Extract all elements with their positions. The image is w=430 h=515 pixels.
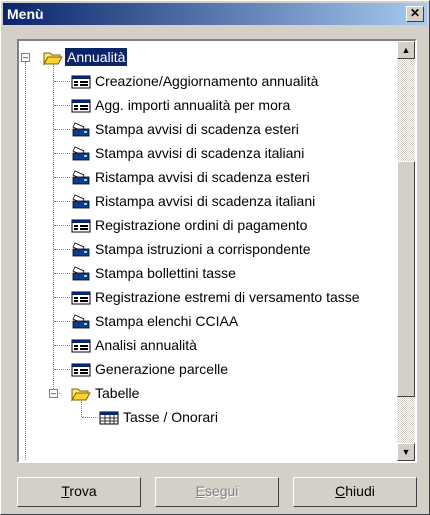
collapse-annualita-icon[interactable]: – [21, 53, 30, 62]
collapse-tabelle-icon[interactable]: – [49, 389, 58, 398]
tree-item-label: Stampa bollettini tasse [95, 261, 236, 285]
title-bar[interactable]: Menù ✕ [3, 3, 427, 25]
tree-connector [54, 345, 70, 346]
tree-node-label: Tabelle [95, 381, 139, 405]
esegui-button[interactable]: Esegui [155, 477, 279, 507]
tree-connector [54, 297, 70, 298]
form-icon [71, 361, 91, 385]
tree-item-label: Ristampa avvisi di scadenza esteri [95, 165, 310, 189]
form-icon [71, 289, 91, 313]
tree-connector [54, 177, 70, 178]
tree-connector [54, 369, 70, 370]
tree-item-label: Agg. importi annualità per mora [95, 93, 290, 117]
tree-item-label: Ristampa avvisi di scadenza italiani [95, 189, 315, 213]
tree-connector [53, 65, 54, 391]
trova-button[interactable]: Trova [17, 477, 141, 507]
chiudi-accel: C [335, 483, 345, 499]
close-button[interactable]: ✕ [406, 6, 424, 22]
tree-connector [54, 273, 70, 274]
tree-connector [54, 321, 70, 322]
printer-icon [71, 121, 91, 145]
tree-connector [54, 105, 70, 106]
tree-item-label: Registrazione estremi di versamento tass… [95, 285, 360, 309]
tree-connector [25, 62, 26, 462]
tree-item-label: Stampa elenchi CCIAA [95, 309, 238, 333]
close-icon: ✕ [410, 6, 420, 20]
esegui-accel: E [196, 483, 205, 499]
tree-connector [54, 249, 70, 250]
printer-icon [71, 313, 91, 337]
printer-icon [71, 169, 91, 193]
scroll-up-button[interactable]: ▲ [397, 41, 415, 59]
chiudi-label: hiudi [345, 483, 375, 499]
tree-item-label: Stampa istruzioni a corrispondente [95, 237, 311, 261]
tree-item-label: Stampa avvisi di scadenza italiani [95, 141, 304, 165]
tree-connector [81, 401, 82, 417]
tree-connector [54, 129, 70, 130]
printer-icon [71, 241, 91, 265]
printer-icon [71, 193, 91, 217]
tree-connector [82, 417, 98, 418]
trova-label: rova [69, 483, 96, 499]
vertical-scrollbar[interactable]: ▲ ▼ [397, 41, 415, 461]
tree-connector [54, 225, 70, 226]
tree-connector [54, 153, 70, 154]
tree-node-label: Annualità [65, 48, 127, 66]
tree-item-label: Registrazione ordini di pagamento [95, 213, 307, 237]
scroll-thumb[interactable] [397, 161, 415, 397]
tree-content: – Annualità Creazione/Aggiornamento annual… [19, 41, 397, 461]
menu-window: Menù ✕ – Annualità Creazione/Aggiornamento… [0, 0, 430, 515]
tree-connector [54, 81, 70, 82]
tree-item-label: Creazione/Aggiornamento annualità [95, 69, 318, 93]
printer-icon [71, 145, 91, 169]
tree-connector [54, 201, 70, 202]
tree-item-label: Tasse / Onorari [123, 405, 218, 429]
arrow-up-icon: ▲ [402, 45, 411, 55]
tree-item-label: Stampa avvisi di scadenza esteri [95, 117, 299, 141]
form-icon [71, 337, 91, 361]
form-icon [71, 73, 91, 97]
table-icon [99, 409, 119, 433]
window-title: Menù [7, 6, 44, 22]
chiudi-button[interactable]: Chiudi [293, 477, 417, 507]
tree-item-label: Generazione parcelle [95, 357, 228, 381]
scroll-down-button[interactable]: ▼ [397, 443, 415, 461]
esegui-label: segui [205, 483, 238, 499]
menu-tree: – Annualità Creazione/Aggiornamento annual… [17, 39, 417, 463]
printer-icon [71, 265, 91, 289]
form-icon [71, 97, 91, 121]
form-icon [71, 217, 91, 241]
tree-item-label: Analisi annualità [95, 333, 197, 357]
arrow-down-icon: ▼ [402, 447, 411, 457]
